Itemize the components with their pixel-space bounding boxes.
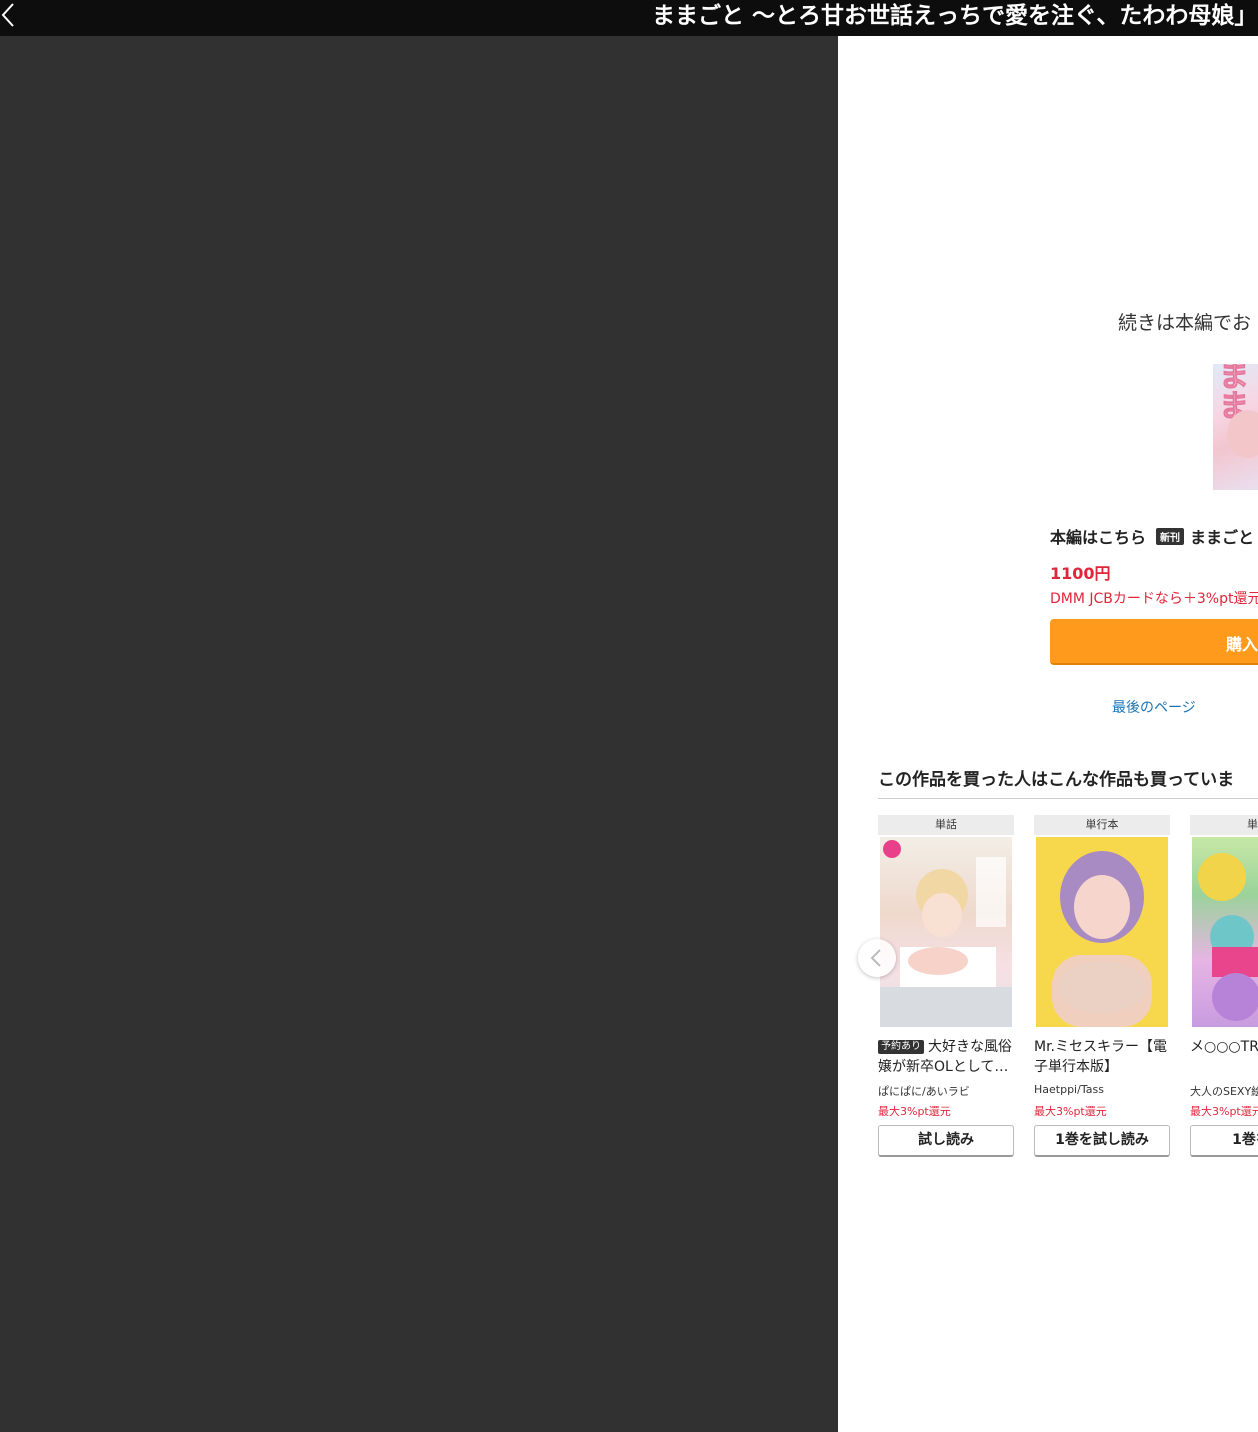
chevron-left-icon <box>1 3 14 27</box>
card-thumbnail[interactable] <box>1036 837 1168 1027</box>
trial-read-button[interactable]: 試し読み <box>878 1125 1014 1157</box>
card-type-tag: 単行 <box>1190 815 1258 835</box>
last-page-link[interactable]: 最後のページ <box>1112 697 1196 717</box>
recommend-card[interactable]: 単行本 Mr.ミセスキラー【電子単行本版】 Haetppi/Tass 最大3%p… <box>1034 815 1170 1157</box>
cover-illustration <box>1227 410 1258 458</box>
promo-text: DMM JCBカードなら＋3%pt還元 <box>1050 591 1258 607</box>
recommend-card[interactable]: 単行 メ○○○TRイク版 大人のSEXY絵 最大3%pt還元 1巻を試 <box>1190 815 1258 1157</box>
thumbnail-art <box>880 840 1012 1027</box>
new-badge: 新刊 <box>1156 528 1185 545</box>
card-title[interactable]: メ○○○TRイク版 <box>1190 1037 1258 1057</box>
reader-left-page <box>0 36 838 1432</box>
chevron-left-icon <box>870 949 881 967</box>
end-of-sample-panel: 続きは本編でお まま 本編はこちら 新刊 ままごと 1100円 DMM JCBカード… <box>838 36 1258 1432</box>
recommend-heading: この作品を買った人はこんな作品も買っていま <box>878 770 1235 790</box>
main-label: 本編はこちら <box>1050 528 1147 547</box>
main-cover-image[interactable]: まま <box>1213 364 1258 490</box>
recommend-card[interactable]: 単話 予約あり 大好きな風俗嬢が新卒OLとして… ぱにぱに/あいラビ 最大3%pt… <box>878 815 1014 1157</box>
card-author[interactable]: Haetppi/Tass <box>1034 1083 1104 1096</box>
card-points: 最大3%pt還元 <box>1190 1105 1258 1118</box>
card-title[interactable]: Mr.ミセスキラー【電子単行本版】 <box>1034 1037 1174 1077</box>
card-thumbnail[interactable] <box>1192 837 1258 1027</box>
buy-button[interactable]: 購入 <box>1050 619 1258 665</box>
continue-message: 続きは本編でお <box>1118 312 1252 334</box>
main-title-link[interactable]: ままごと <box>1190 528 1254 547</box>
card-thumbnail[interactable] <box>880 837 1012 1027</box>
divider <box>878 798 1258 799</box>
card-author[interactable]: ぱにぱに/あいラビ <box>878 1083 970 1099</box>
reservation-badge: 予約あり <box>878 1040 924 1054</box>
carousel-prev-button[interactable] <box>858 939 896 977</box>
card-title[interactable]: 予約あり 大好きな風俗嬢が新卒OLとして… <box>878 1037 1018 1077</box>
trial-read-button[interactable]: 1巻を試 <box>1190 1125 1258 1157</box>
card-type-tag: 単話 <box>878 815 1014 835</box>
thumbnail-art <box>1052 851 1152 1027</box>
card-points: 最大3%pt還元 <box>1034 1105 1107 1118</box>
card-points: 最大3%pt還元 <box>878 1105 951 1118</box>
main-product-row: 本編はこちら 新刊 ままごと <box>1050 524 1254 548</box>
reader-header: ままごと ～とろ甘お世話えっちで愛を注ぐ、たわわ母娘」 <box>0 0 1258 36</box>
back-button[interactable] <box>0 0 24 30</box>
price: 1100円 <box>1050 564 1111 583</box>
thumbnail-art <box>1198 853 1258 1021</box>
card-author[interactable]: 大人のSEXY絵 <box>1190 1083 1258 1099</box>
card-type-tag: 単行本 <box>1034 815 1170 835</box>
page-title: ままごと ～とろ甘お世話えっちで愛を注ぐ、たわわ母娘」 <box>652 3 1258 29</box>
buy-button-label: 購入 <box>1226 635 1258 654</box>
trial-read-button[interactable]: 1巻を試し読み <box>1034 1125 1170 1157</box>
